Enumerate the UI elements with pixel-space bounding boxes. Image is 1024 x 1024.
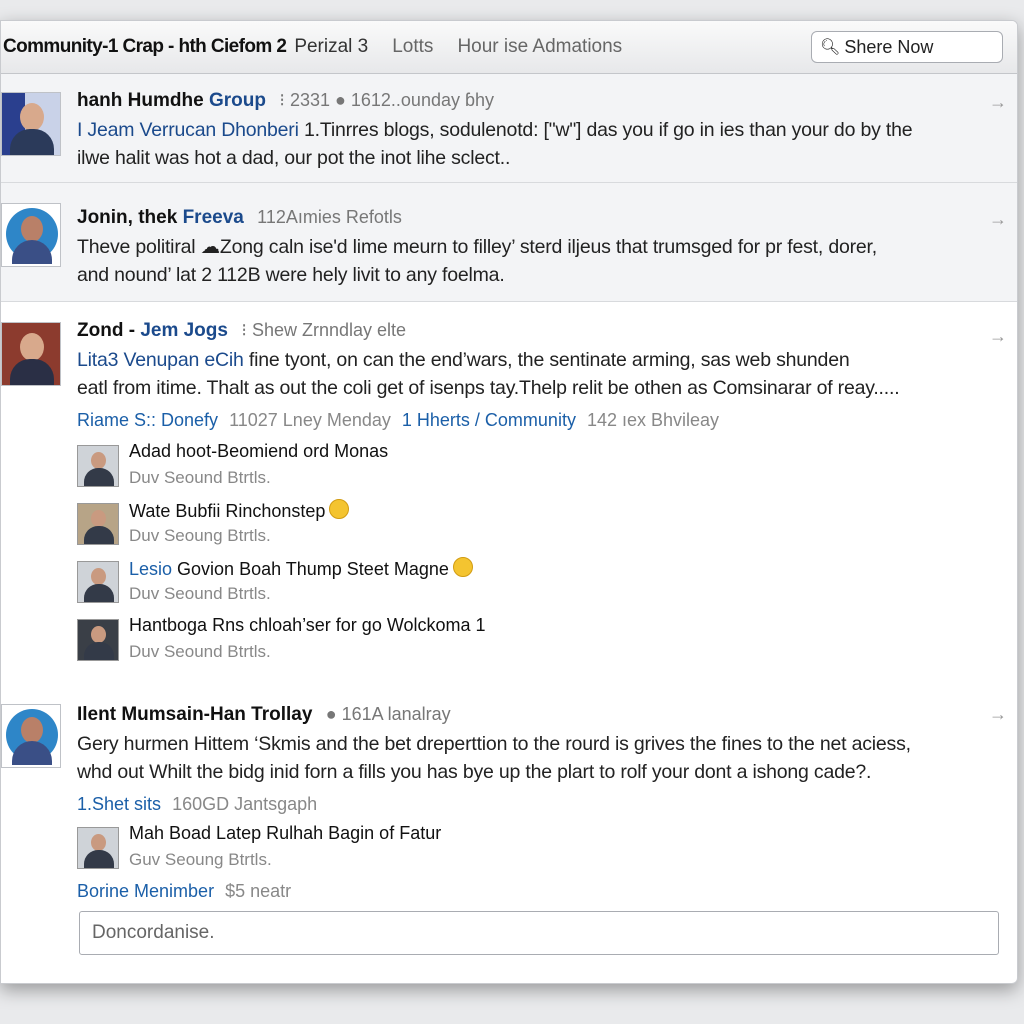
comment-avatar[interactable] (77, 827, 119, 869)
post-subline: 1.Shet sits 160GD Jantsgaph (77, 794, 318, 814)
post-text: Gery hurmen Hittem ‘Skmis and the bet dr… (77, 733, 911, 783)
comment-sub: Duv Seoung Btrtls. (129, 526, 271, 545)
search-input[interactable]: Shere Now (844, 37, 933, 58)
page-title: Community-1 Crap - hth Ciefom 2 (3, 36, 287, 57)
smiley-icon (452, 557, 473, 577)
nav-item-admations[interactable]: Hour ise Admations (457, 36, 622, 58)
post: → Zond - Jem Jogs ⁝ Shew Zrnndlay elte L… (1, 302, 1017, 694)
post-author[interactable]: hanh Humdhe Group (77, 90, 266, 111)
search-box[interactable]: 🔍︎ Shere Now (811, 31, 1003, 63)
post-text: Lita3 Venupan eCih fine tyont, on can th… (77, 349, 900, 399)
avatar[interactable] (1, 322, 61, 386)
sub-link[interactable]: 1.Shet sits (77, 794, 161, 814)
share-icon[interactable]: → (989, 92, 1007, 113)
post-author[interactable]: Ilent Mumsain-Han Trollay (77, 704, 312, 725)
post-link[interactable]: I Jeam Verrucan Dhonberi (77, 119, 299, 141)
comment-title[interactable]: Wate Bubfii Rinchonstep (129, 499, 350, 522)
comment-avatar[interactable] (77, 619, 119, 661)
app-window: Community-1 Crap - hth Ciefom 2 Perizal … (0, 20, 1018, 984)
search-icon: 🔍︎ (820, 39, 841, 56)
more-line: Borine Menimber $5 neatr (77, 881, 292, 901)
post-meta: 112Aımies Refotls (257, 207, 402, 227)
comment-sub: Guv Seoung Btrtls. (129, 850, 272, 869)
comment: Hantboga Rns chloah’ser for go Wolckoma … (77, 615, 1017, 673)
post-meta: ⁝ Shew Zrnndlay elte (241, 320, 407, 340)
nav-item-perizal[interactable]: Perizal 3 (294, 36, 368, 58)
comment-avatar[interactable] (77, 445, 119, 487)
comment-title[interactable]: Mah Boad Latep Rulhah Bagin of Fatur (129, 823, 441, 844)
post-text: I Jeam Verrucan Dhonberi 1.Tinrres blogs… (77, 119, 913, 169)
composer-placeholder: Doncordanise. (92, 922, 215, 943)
post-meta: ⁝ 2331 ● 1612..ounday ɓhy (279, 90, 494, 110)
post-link[interactable]: Lita3 Venupan eCih (77, 349, 244, 371)
share-icon[interactable]: → (989, 326, 1007, 347)
avatar[interactable] (1, 92, 61, 156)
comment-composer[interactable]: Doncordanise. (79, 911, 999, 955)
top-bar: Community-1 Crap - hth Ciefom 2 Perizal … (1, 21, 1017, 74)
share-icon[interactable]: → (989, 209, 1007, 230)
comment-title[interactable]: Hantboga Rns chloah’ser for go Wolckoma … (129, 615, 486, 636)
post-text: Theve politiral ☁Zong caln ise'd lime me… (77, 236, 877, 286)
avatar[interactable] (1, 704, 61, 768)
smiley-icon (329, 499, 350, 519)
post-meta: ● 161A lanalray (325, 704, 451, 724)
post-author[interactable]: Jonin, thek Freeva (77, 207, 244, 228)
comment: Adad hoot-Beomiend ord Monas Duv Seound … (77, 441, 1017, 499)
comment-sub: Duv Seound Btrtls. (129, 642, 271, 661)
nav-item-lotts[interactable]: Lotts (392, 36, 433, 58)
post-subline: Riame S:: Donefy 11027 Lney Menday 1 Hhe… (77, 410, 720, 430)
comment: Mah Boad Latep Rulhah Bagin of Fatur Guv… (77, 823, 1017, 881)
more-link[interactable]: Borine Menimber (77, 881, 214, 901)
community-link[interactable]: 1 Hherts / Community (402, 410, 576, 430)
sub-link[interactable]: Riame S:: Donefy (77, 410, 218, 430)
comment-sub: Duv Seound Btrtls. (129, 468, 271, 487)
comment: Lesio Govion Boah Thump Steet Magne Duv … (77, 557, 1017, 615)
post: → Ilent Mumsain-Han Trollay ● 161A lanal… (1, 694, 1017, 944)
post-author[interactable]: Zond - Jem Jogs (77, 320, 228, 341)
avatar[interactable] (1, 203, 61, 267)
comment-title[interactable]: Lesio Govion Boah Thump Steet Magne (129, 557, 473, 580)
post: → hanh Humdhe Group ⁝ 2331 ● 1612..ounda… (1, 74, 1017, 183)
post: → Jonin, thek Freeva 112Aımies Refotls T… (1, 183, 1017, 302)
share-icon[interactable]: → (989, 704, 1007, 725)
comment: Wate Bubfii Rinchonstep Duv Seoung Btrtl… (77, 499, 1017, 557)
comment-title[interactable]: Adad hoot-Beomiend ord Monas (129, 441, 388, 462)
comment-avatar[interactable] (77, 503, 119, 545)
comment-avatar[interactable] (77, 561, 119, 603)
comment-sub: Duv Seound Btrtls. (129, 584, 271, 603)
